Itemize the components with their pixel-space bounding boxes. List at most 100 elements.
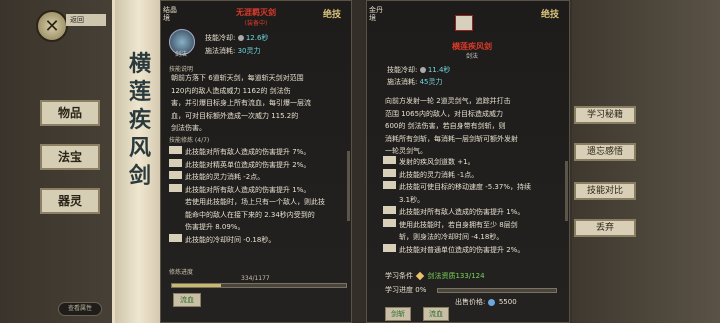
cult-line: 能命中的敌人在接下来的 2.34秒内受到的 <box>185 210 315 219</box>
stamp-badge: 绝技 <box>541 10 560 20</box>
learn-progress-bar <box>437 288 557 293</box>
lock-icon <box>383 156 396 164</box>
lock-icon <box>169 171 182 179</box>
sword-icon <box>415 271 425 281</box>
lock-icon <box>169 183 182 192</box>
scrollbar[interactable] <box>565 161 568 221</box>
cost-value: 30灵力 <box>237 47 261 55</box>
learn-progress-row: 学习进度 0% <box>385 285 426 295</box>
cult-line: 此技能的灵力消耗 -2点。 <box>169 171 345 184</box>
tab-items[interactable]: 物品 <box>40 100 100 126</box>
bleed-button[interactable]: 流血 <box>173 293 201 307</box>
cult-line: 伤害提升 8.09%。 <box>185 223 245 231</box>
sword-slash-button[interactable]: 剑斩 <box>385 307 411 321</box>
progress-text: 334/1177 <box>241 275 270 282</box>
realm-label: 结晶境 <box>163 6 177 22</box>
close-icon[interactable]: ✕ <box>36 10 68 42</box>
lock-icon <box>383 243 396 252</box>
cult-line: 此技能的灵力消耗 -1点。 <box>383 168 567 182</box>
learn-label: 学习条件 <box>385 272 413 280</box>
skill-name: 无涯羁灭剑 <box>236 7 276 17</box>
lock-icon <box>383 168 396 177</box>
cost-label: 施法消耗: <box>205 47 236 55</box>
lock-icon <box>169 233 182 242</box>
left-scroll: 横莲疾风剑 <box>112 0 162 323</box>
view-attributes-button[interactable]: 查看属性 <box>58 302 102 316</box>
cost-label: 施法消耗: <box>387 78 418 86</box>
desc-line: 朝前方落下 6道斩天剑，每道斩天剑对范围 <box>171 74 304 82</box>
cost-value: 45灵力 <box>419 78 443 86</box>
scrollbar[interactable] <box>347 151 350 221</box>
cultivation-list: 此技能对所有敌人造成的伤害提升 7%。 此技能对精英单位造成的伤害提升 2%。 … <box>169 146 345 246</box>
desc-line: 血，可对目标额外造成一次威力 115.2的 <box>171 111 299 120</box>
sell-value: 5500 <box>498 298 517 306</box>
learn-progress-label: 学习进度 <box>385 286 413 294</box>
skill-type-tag: 剑法 <box>175 51 188 58</box>
learn-value: 剑法资质133/124 <box>427 272 485 280</box>
desc-line: 120内的敌人造成威力 1162的 剑法伤 <box>171 86 291 95</box>
lock-icon <box>383 218 396 227</box>
cult-line: 3.1秒。 <box>399 195 425 204</box>
cooldown-label: 技能冷却: <box>205 34 236 42</box>
desc-line: 剑法伤害。 <box>171 124 206 132</box>
cooldown-label: 技能冷却: <box>387 66 418 74</box>
sell-label: 出售价格: <box>455 298 486 306</box>
skill-description: 朝前方落下 6道斩天剑，每道斩天剑对范围 120内的敌人造成威力 1162的 剑… <box>171 72 347 135</box>
cost-row: 施法消耗: 45灵力 <box>387 77 443 87</box>
progress-label: 修炼进度 <box>169 269 194 276</box>
tab-spirit[interactable]: 器灵 <box>40 188 100 214</box>
cultivation-header: 技能修炼 (4/7) <box>169 137 210 144</box>
lock-icon <box>169 146 182 154</box>
equip-status: (装备中) <box>244 20 268 27</box>
side-tabs: 物品 法宝 器灵 <box>40 100 100 232</box>
skill-icon <box>455 15 473 31</box>
lock-icon <box>169 158 182 167</box>
cooldown-icon <box>237 35 244 41</box>
stamp-badge: 绝技 <box>323 10 342 20</box>
sell-row: 出售价格: 5500 <box>455 297 517 307</box>
forget-insight-button[interactable]: 遗忘感悟 <box>574 143 636 161</box>
desc-line: 害，并引爆目标身上所有流血，每引爆一层流 <box>171 99 311 107</box>
cost-row: 施法消耗: 30灵力 <box>205 46 261 56</box>
lock-icon <box>383 206 396 214</box>
progress-bar <box>171 283 347 288</box>
learn-condition-row: 学习条件 剑法资质133/124 <box>385 271 485 281</box>
desc-line: 向前方发射一轮 2道灵剑气，追踪并打击 <box>385 97 511 105</box>
cooldown-value: 12.6秒 <box>245 34 269 42</box>
cult-line: 发射的疾风剑道数 +1。 <box>383 156 567 169</box>
cooldown-row: 技能冷却: 12.6秒 <box>205 33 268 43</box>
compare-skill-button[interactable]: 技能对比 <box>574 182 636 200</box>
cult-line: 此技能的冷却时间 -0.18秒。 <box>169 233 345 247</box>
cultivation-list: 发射的疾风剑道数 +1。 此技能的灵力消耗 -1点。 此技能可使目标的移动速度 … <box>383 156 567 256</box>
skill-description: 向前方发射一轮 2道灵剑气，追踪并打击 范围 1065内的敌人，对目标造成威力 … <box>385 95 569 158</box>
cult-line: 此技能对所有敌人造成的伤害提升 1%。 <box>383 206 567 219</box>
cult-line: 此技能对所有敌人造成的伤害提升 1%。 <box>169 183 345 197</box>
tab-treasure[interactable]: 法宝 <box>40 144 100 170</box>
spirit-stone-icon <box>487 298 495 306</box>
discard-button[interactable]: 丢弃 <box>574 219 636 237</box>
realm-label: 金丹境 <box>369 6 383 22</box>
learn-progress-value: 0% <box>415 286 427 294</box>
cooldown-icon <box>419 67 426 73</box>
cult-line: 斩，则身法的冷却时间 -4.18秒。 <box>399 233 504 241</box>
right-background <box>572 0 720 323</box>
cult-line: 若使用此技能时，场上只有一个敌人，则此技 <box>185 198 325 206</box>
bleed-button[interactable]: 流血 <box>423 307 449 321</box>
desc-line: 消耗所有剑斩，每消耗一层剑斩可额外发射 <box>385 134 518 143</box>
equipped-skill-panel: 结晶境 无涯羁灭剑 (装备中) 绝技 剑法 技能冷却: 12.6秒 施法消耗: … <box>160 0 352 323</box>
compare-skill-panel: 金丹境 横莲疾风剑 剑法 绝技 技能冷却: 11.4秒 施法消耗: 45灵力 向… <box>366 0 570 323</box>
cult-line: 此技能对所有敌人造成的伤害提升 7%。 <box>169 146 345 159</box>
desc-line: 600的 剑法伤害，若自身带有剑斩，则 <box>385 122 506 130</box>
desc-line: 范围 1065内的敌人，对目标造成威力 <box>385 109 504 118</box>
cult-line: 此技能对普通单位造成的伤害提升 2%。 <box>383 243 567 257</box>
progress-fill <box>172 284 222 287</box>
cooldown-value: 11.4秒 <box>427 66 451 74</box>
learn-manual-button[interactable]: 学习秘籍 <box>574 106 636 124</box>
cult-line: 此技能对精英单位造成的伤害提升 2%。 <box>169 158 345 172</box>
skill-type-tag: 剑法 <box>465 53 478 60</box>
lock-icon <box>383 181 396 189</box>
back-label[interactable]: 返回 <box>66 14 106 26</box>
cult-line: 使用此技能时，若自身拥有至少 8层剑 <box>383 218 567 232</box>
cult-line: 此技能可使目标的移动速度 -5.37%，持续 <box>383 181 567 194</box>
scroll-title: 横莲疾风剑 <box>128 51 151 189</box>
